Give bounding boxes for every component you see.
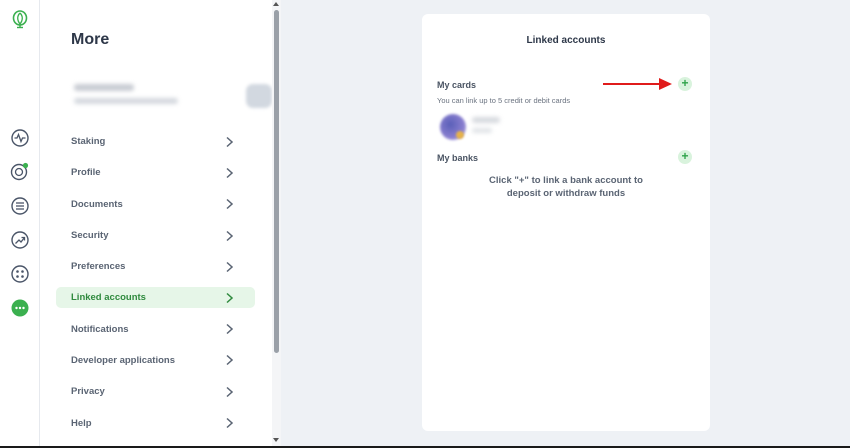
chevron-right-icon: [226, 292, 233, 304]
bank-message-line-2: deposit or withdraw funds: [506, 188, 626, 199]
menu-item-documents[interactable]: Documents: [56, 189, 255, 220]
scroll-thumb[interactable]: [274, 10, 279, 353]
trending-icon[interactable]: [10, 230, 29, 249]
annotation-arrow-icon: [603, 78, 672, 90]
chevron-right-icon: [226, 324, 233, 335]
chevron-right-icon: [226, 261, 233, 272]
activity-icon[interactable]: [10, 128, 29, 147]
menu-item-profile[interactable]: Profile: [56, 157, 255, 188]
my-cards-subtitle: You can link up to 5 credit or debit car…: [437, 96, 571, 105]
menu-item-staking[interactable]: Staking: [56, 126, 255, 157]
card-name-redacted: [472, 117, 500, 123]
user-email-redacted: [74, 98, 178, 104]
menu-item-privacy[interactable]: Privacy: [56, 376, 255, 407]
scroll-down-arrow-icon[interactable]: [273, 438, 279, 442]
user-profile-card[interactable]: [68, 74, 272, 116]
list-icon[interactable]: [10, 196, 29, 215]
menu-scrollbar[interactable]: [272, 0, 281, 446]
my-cards-label: My cards: [437, 80, 477, 90]
rewards-icon[interactable]: [10, 162, 29, 181]
menu-item-label: Developer applications: [71, 354, 176, 366]
menu-item-label: Staking: [71, 136, 106, 148]
chevron-right-icon: [226, 167, 233, 178]
apps-icon[interactable]: [10, 264, 29, 283]
menu-item-help[interactable]: Help: [56, 407, 255, 438]
chevron-right-icon: [226, 136, 233, 147]
menu-item-label: Security: [71, 230, 109, 242]
chevron-right-icon: [226, 230, 233, 241]
chevron-right-icon: [226, 417, 233, 429]
add-bank-button[interactable]: +: [678, 150, 692, 164]
card-title: Linked accounts: [526, 35, 606, 46]
add-card-button[interactable]: +: [678, 77, 692, 91]
my-banks-label: My banks: [437, 153, 479, 163]
bank-empty-message: Click "+" to link a bank account to depo…: [422, 174, 710, 200]
menu-item-label: Privacy: [71, 386, 105, 398]
menu-list: Staking Profile Documents Security Prefe…: [56, 126, 255, 439]
card-brand-icon: [456, 131, 464, 139]
card-number-redacted: [472, 128, 492, 133]
menu-item-label: Preferences: [71, 261, 126, 273]
menu-item-security[interactable]: Security: [56, 220, 255, 251]
logo-icon[interactable]: [10, 10, 29, 29]
menu-item-linked-accounts[interactable]: Linked accounts: [56, 287, 255, 309]
avatar[interactable]: [246, 84, 272, 108]
menu-item-developer-applications[interactable]: Developer applications: [56, 345, 255, 376]
chevron-right-icon: [226, 386, 233, 397]
page-title: More: [71, 31, 110, 48]
menu-item-label: Help: [71, 417, 92, 429]
menu-item-notifications[interactable]: Notifications: [56, 313, 255, 344]
scroll-up-arrow-icon[interactable]: [273, 2, 279, 6]
menu-item-label: Notifications: [71, 323, 129, 335]
more-menu-panel: More Staking Profile Documents Security …: [40, 0, 280, 446]
menu-item-label: Linked accounts: [71, 292, 146, 304]
menu-item-label: Documents: [71, 198, 123, 210]
menu-item-label: Profile: [71, 167, 101, 179]
chevron-right-icon: [226, 199, 233, 210]
menu-item-preferences[interactable]: Preferences: [56, 251, 255, 282]
user-name-redacted: [74, 84, 134, 91]
bank-message-line-1: Click "+" to link a bank account to: [489, 175, 643, 186]
more-icon[interactable]: [10, 298, 29, 317]
icon-rail: [0, 0, 40, 446]
chevron-right-icon: [226, 355, 233, 366]
